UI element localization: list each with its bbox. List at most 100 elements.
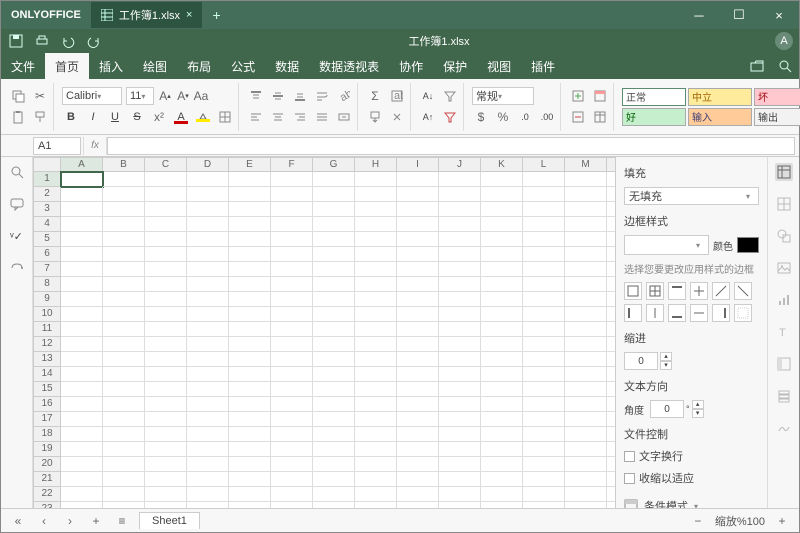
row-header[interactable]: 10 (33, 307, 61, 322)
indent-down-icon[interactable]: ▾ (660, 361, 672, 370)
menu-插入[interactable]: 插入 (89, 53, 133, 79)
cell-style-正常[interactable]: 正常 (622, 88, 686, 106)
cell[interactable] (145, 217, 187, 232)
cell[interactable] (229, 367, 271, 382)
menu-文件[interactable]: 文件 (1, 53, 45, 79)
cell[interactable] (439, 457, 481, 472)
cell[interactable] (523, 472, 565, 487)
cell[interactable] (481, 457, 523, 472)
wrap-text-icon[interactable] (313, 87, 331, 105)
cell[interactable] (103, 187, 145, 202)
document-tab[interactable]: 工作簿1.xlsx × (91, 2, 203, 28)
cell[interactable] (61, 217, 103, 232)
merge-cells-icon[interactable] (335, 108, 353, 126)
cell[interactable] (439, 217, 481, 232)
sheet-list-icon[interactable]: ≡ (113, 512, 131, 530)
cell[interactable] (103, 397, 145, 412)
cell[interactable] (103, 487, 145, 502)
cell[interactable] (61, 352, 103, 367)
cell[interactable] (355, 487, 397, 502)
cell[interactable] (271, 412, 313, 427)
cell[interactable] (565, 472, 607, 487)
menu-数据透视表[interactable]: 数据透视表 (309, 53, 389, 79)
cell[interactable] (61, 412, 103, 427)
cell[interactable] (145, 262, 187, 277)
cell[interactable] (187, 487, 229, 502)
row-header[interactable]: 17 (33, 412, 61, 427)
filter-icon[interactable] (441, 87, 459, 105)
cell[interactable] (523, 247, 565, 262)
cell[interactable] (61, 307, 103, 322)
cell[interactable] (355, 217, 397, 232)
cell[interactable] (565, 397, 607, 412)
cell[interactable] (187, 202, 229, 217)
cell[interactable] (313, 427, 355, 442)
menu-数据[interactable]: 数据 (265, 53, 309, 79)
cell[interactable] (565, 322, 607, 337)
cell[interactable] (313, 202, 355, 217)
cell[interactable] (187, 187, 229, 202)
cell[interactable] (565, 262, 607, 277)
column-header[interactable]: M (565, 157, 607, 172)
table-settings-icon[interactable] (775, 195, 793, 213)
cell[interactable] (523, 487, 565, 502)
indent-spinner[interactable]: ▴▾ (624, 352, 759, 370)
increase-font-icon[interactable]: A▴ (158, 87, 172, 105)
search-icon[interactable] (771, 53, 799, 79)
cell[interactable] (313, 472, 355, 487)
row-header[interactable]: 19 (33, 442, 61, 457)
cell[interactable] (439, 412, 481, 427)
fill-type-select[interactable]: 无填充▾ (624, 187, 759, 205)
cell[interactable] (271, 367, 313, 382)
cell[interactable] (523, 262, 565, 277)
font-size-select[interactable]: 11▾ (126, 87, 154, 105)
cell[interactable] (61, 472, 103, 487)
cell[interactable] (523, 292, 565, 307)
cell[interactable] (481, 247, 523, 262)
menu-公式[interactable]: 公式 (221, 53, 265, 79)
cell[interactable] (61, 367, 103, 382)
border-right-icon[interactable] (712, 304, 730, 322)
cell[interactable] (523, 172, 565, 187)
cell[interactable] (313, 442, 355, 457)
conditional-formatting-button[interactable]: 条件模式▾ (624, 498, 759, 508)
cell[interactable] (607, 277, 615, 292)
cell[interactable] (103, 382, 145, 397)
cell[interactable] (187, 292, 229, 307)
cell[interactable] (313, 352, 355, 367)
underline-icon[interactable]: U (106, 108, 124, 126)
cell[interactable] (313, 322, 355, 337)
cell[interactable] (481, 217, 523, 232)
border-bottom-icon[interactable] (668, 304, 686, 322)
row-header[interactable]: 12 (33, 337, 61, 352)
pivot-settings-icon[interactable] (775, 355, 793, 373)
border-diag-down-icon[interactable] (734, 282, 752, 300)
cell[interactable] (481, 472, 523, 487)
cell[interactable] (439, 307, 481, 322)
cell[interactable] (145, 382, 187, 397)
cell[interactable] (103, 202, 145, 217)
cell[interactable] (187, 412, 229, 427)
cell[interactable] (565, 337, 607, 352)
cell[interactable] (103, 247, 145, 262)
cell[interactable] (313, 412, 355, 427)
cell[interactable] (187, 502, 229, 508)
cell[interactable] (607, 367, 615, 382)
row-header[interactable]: 21 (33, 472, 61, 487)
cell[interactable] (61, 247, 103, 262)
cell[interactable] (61, 337, 103, 352)
align-center-icon[interactable] (269, 108, 287, 126)
cell[interactable] (271, 322, 313, 337)
feedback-icon[interactable] (8, 259, 26, 277)
cell-style-输出[interactable]: 输出 (754, 108, 800, 126)
cell[interactable] (481, 487, 523, 502)
cell[interactable] (229, 172, 271, 187)
cell[interactable] (355, 502, 397, 508)
row-header[interactable]: 8 (33, 277, 61, 292)
cell[interactable] (397, 382, 439, 397)
cell[interactable] (565, 172, 607, 187)
cell[interactable] (607, 487, 615, 502)
cell[interactable] (607, 172, 615, 187)
row-header[interactable]: 7 (33, 262, 61, 277)
cell[interactable] (187, 217, 229, 232)
